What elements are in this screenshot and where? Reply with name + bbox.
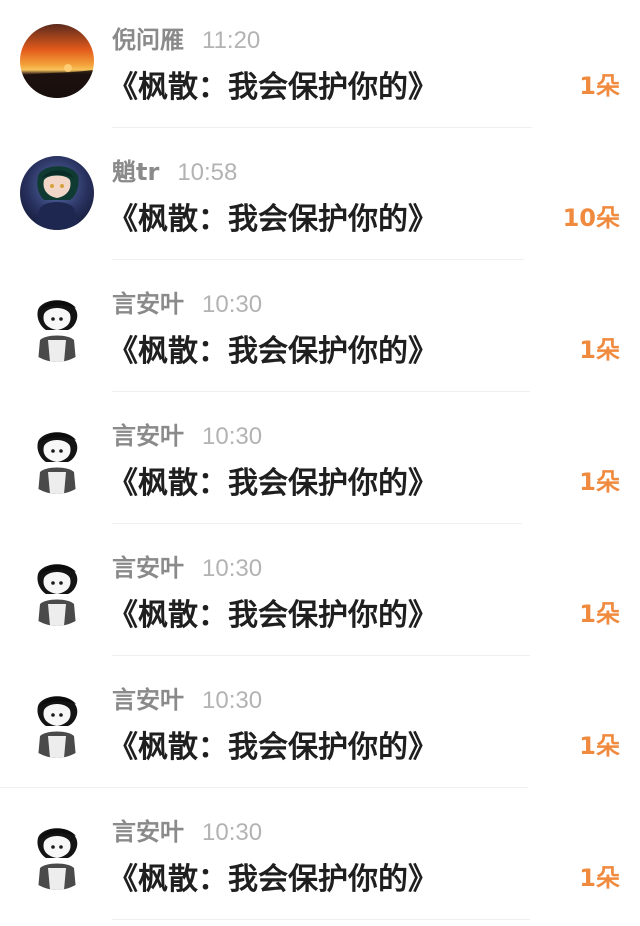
sketch-avatar-image: [20, 684, 94, 758]
sender-name[interactable]: 言安叶: [112, 548, 184, 583]
sender-name[interactable]: 言安叶: [112, 284, 184, 319]
sketch-avatar-image: [20, 420, 94, 494]
list-item[interactable]: 言安叶 10:30 《枫散：我会保护你的》 1朵: [0, 660, 640, 792]
flower-count: 1朵: [579, 864, 620, 892]
divider: [112, 259, 524, 260]
sketch-avatar-icon[interactable]: [20, 816, 94, 890]
gift-title: 《枫散：我会保护你的》: [108, 598, 438, 633]
divider: [0, 787, 528, 788]
divider: [112, 523, 522, 524]
timestamp: 11:20: [202, 27, 261, 54]
sketch-avatar-icon[interactable]: [20, 420, 94, 494]
sender-name[interactable]: 言安叶: [112, 680, 184, 715]
gift-title: 《枫散：我会保护你的》: [108, 202, 438, 237]
sketch-avatar-image: [20, 288, 94, 362]
sketch-avatar-image: [20, 552, 94, 626]
timestamp: 10:30: [202, 555, 263, 582]
timestamp: 10:30: [202, 687, 263, 714]
item-meta: 言安叶 10:30: [112, 548, 262, 582]
list-item[interactable]: 言安叶 10:30 《枫散：我会保护你的》 1朵: [0, 792, 640, 924]
flower-count: 1朵: [579, 732, 620, 760]
item-meta: 倪问雁 11:20: [112, 20, 260, 54]
gift-title: 《枫散：我会保护你的》: [108, 70, 438, 105]
sunset-avatar-icon[interactable]: [20, 24, 94, 98]
item-meta: 言安叶 10:30: [112, 284, 262, 318]
gift-title: 《枫散：我会保护你的》: [108, 730, 438, 765]
sender-name[interactable]: 倪问雁: [112, 20, 184, 55]
divider: [112, 655, 530, 656]
timestamp: 10:30: [202, 423, 263, 450]
item-meta: 言安叶 10:30: [112, 416, 262, 450]
item-meta: 言安叶 10:30: [112, 812, 262, 846]
sketch-avatar-icon[interactable]: [20, 552, 94, 626]
sender-name[interactable]: 魈tr: [112, 152, 159, 187]
sketch-avatar-icon[interactable]: [20, 684, 94, 758]
flower-count: 10朵: [562, 204, 620, 232]
divider: [112, 391, 530, 392]
flower-count: 1朵: [579, 468, 620, 496]
timestamp: 10:30: [202, 819, 263, 846]
list-item[interactable]: 言安叶 10:30 《枫散：我会保护你的》 1朵: [0, 264, 640, 396]
item-meta: 魈tr 10:58: [112, 152, 237, 186]
list-item[interactable]: 魈tr 10:58 《枫散：我会保护你的》 10朵: [0, 132, 640, 264]
sunset-avatar-image: [20, 24, 94, 98]
timestamp: 10:58: [177, 159, 238, 186]
sketch-avatar-icon[interactable]: [20, 288, 94, 362]
flower-count: 1朵: [579, 72, 620, 100]
anime-avatar-icon[interactable]: [20, 156, 94, 230]
divider: [112, 919, 530, 920]
divider: [112, 127, 532, 128]
gift-title: 《枫散：我会保护你的》: [108, 466, 438, 501]
gift-title: 《枫散：我会保护你的》: [108, 862, 438, 897]
flower-count: 1朵: [579, 600, 620, 628]
gift-record-list: 倪问雁 11:20 《枫散：我会保护你的》 1朵 魈tr 10:58 《枫散：我…: [0, 0, 640, 926]
flower-count: 1朵: [579, 336, 620, 364]
gift-title: 《枫散：我会保护你的》: [108, 334, 438, 369]
sender-name[interactable]: 言安叶: [112, 416, 184, 451]
item-meta: 言安叶 10:30: [112, 680, 262, 714]
sketch-avatar-image: [20, 816, 94, 890]
anime-avatar-image: [20, 156, 94, 230]
list-item[interactable]: 倪问雁 11:20 《枫散：我会保护你的》 1朵: [0, 0, 640, 132]
list-item[interactable]: 言安叶 10:30 《枫散：我会保护你的》 1朵: [0, 396, 640, 528]
list-item[interactable]: 言安叶 10:30 《枫散：我会保护你的》 1朵: [0, 528, 640, 660]
sender-name[interactable]: 言安叶: [112, 812, 184, 847]
timestamp: 10:30: [202, 291, 263, 318]
